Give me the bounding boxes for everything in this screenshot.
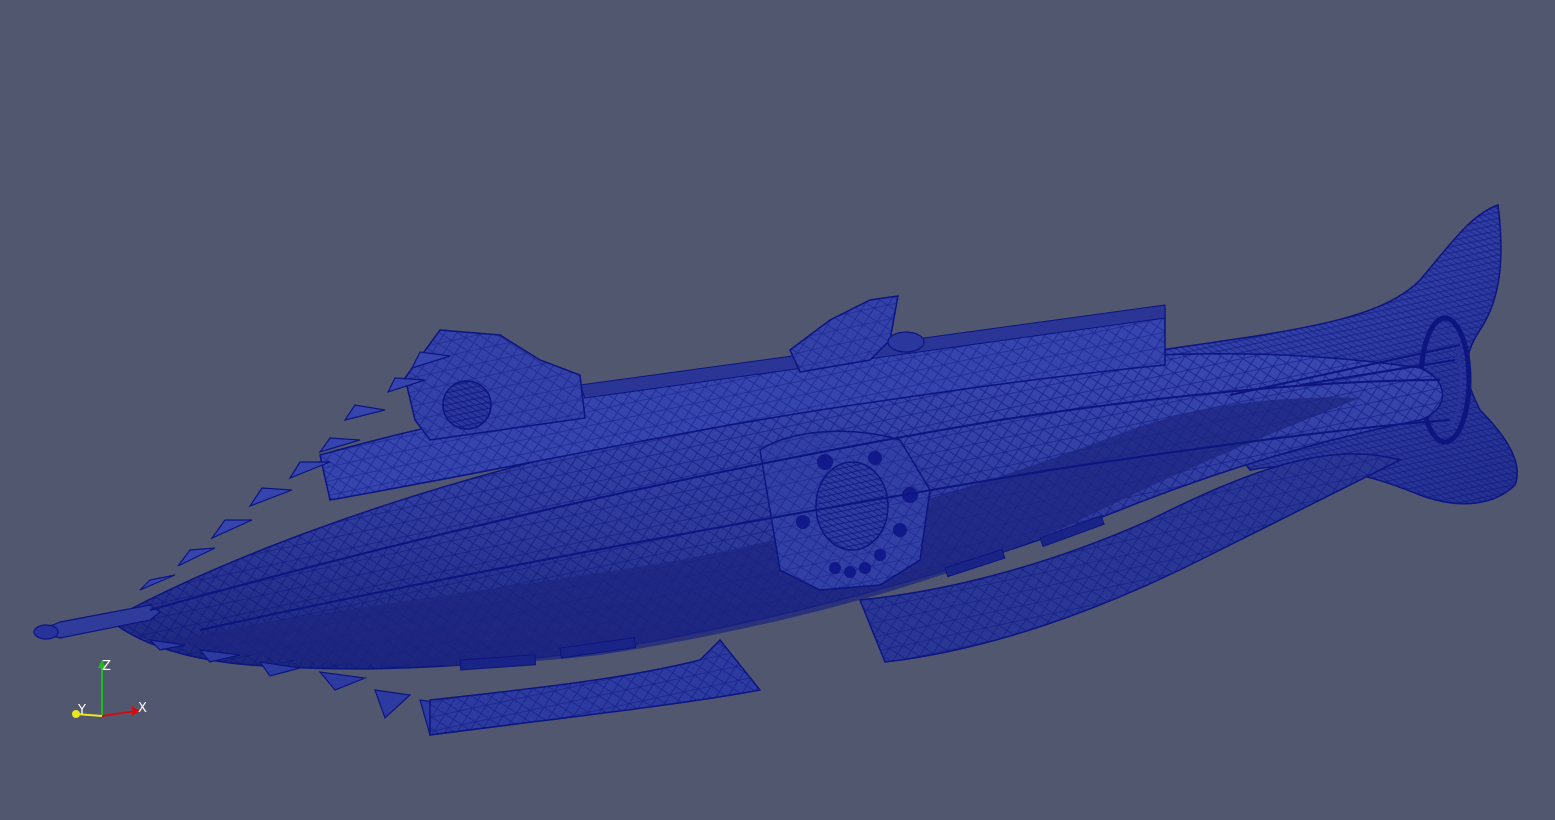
x-axis-label: X xyxy=(138,701,147,716)
render-viewport[interactable]: Z X Y xyxy=(0,0,1555,820)
side-viewport xyxy=(759,430,931,591)
x-axis-line xyxy=(101,710,137,717)
submarine-model[interactable] xyxy=(0,0,1555,820)
orientation-axes-widget: Z X Y xyxy=(72,659,147,718)
z-axis-label: Z xyxy=(102,659,111,674)
y-axis-label: Y xyxy=(77,703,86,718)
